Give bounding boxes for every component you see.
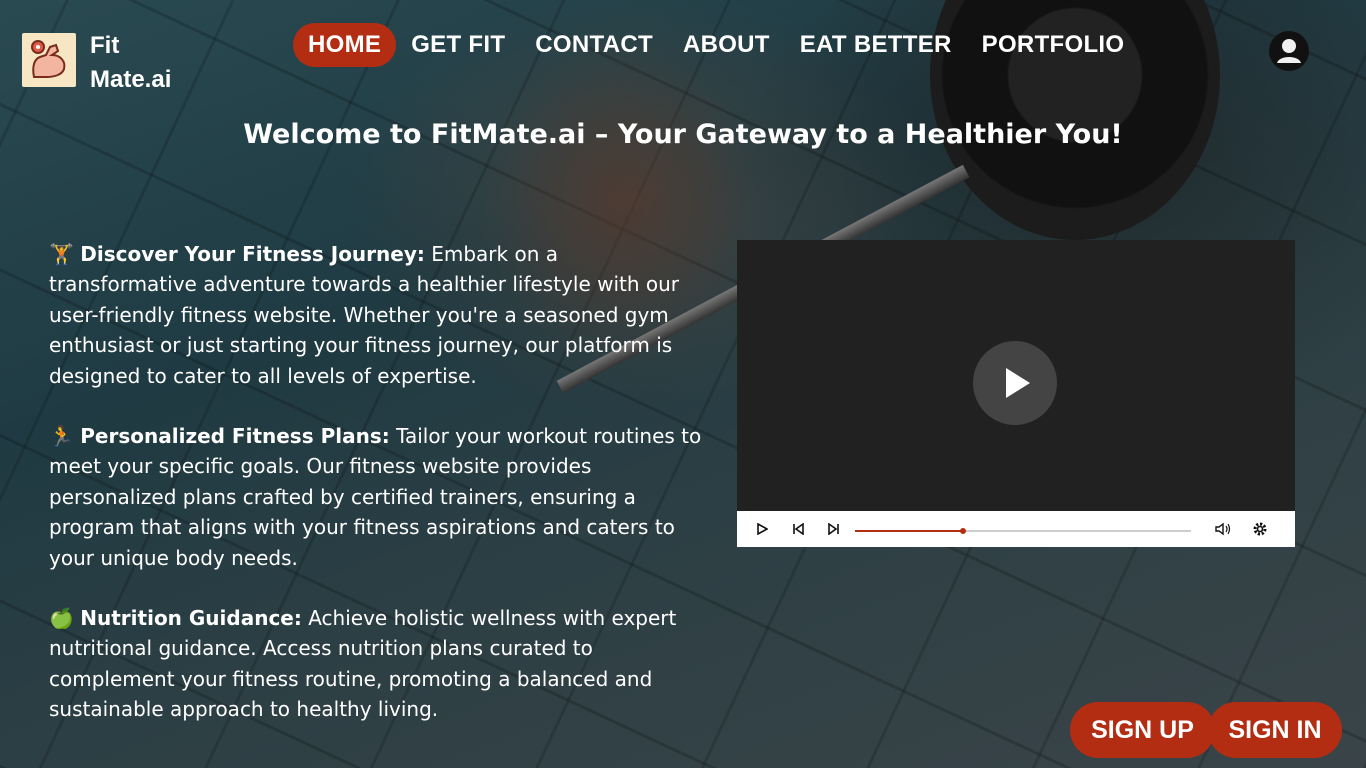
feature-title: Personalized Fitness Plans: — [80, 424, 390, 449]
volume-icon — [1215, 522, 1231, 536]
previous-button[interactable] — [788, 519, 808, 539]
nav-portfolio[interactable]: PORTFOLIO — [967, 23, 1140, 67]
nav-about[interactable]: ABOUT — [668, 23, 785, 67]
profile-button[interactable] — [1268, 30, 1310, 72]
next-button[interactable] — [824, 519, 844, 539]
play-small-icon — [757, 523, 768, 535]
sign-in-button[interactable]: SIGN IN — [1208, 702, 1342, 758]
nav-eat-better[interactable]: EAT BETTER — [785, 23, 967, 67]
video-player[interactable] — [737, 240, 1295, 547]
feature-list: 🏋 Discover Your Fitness Journey: Embark … — [49, 239, 709, 755]
brand-line-1: Fit — [90, 32, 120, 59]
apple-icon: 🍏 — [49, 606, 74, 631]
feature-nutrition: 🍏 Nutrition Guidance: Achieve holistic w… — [49, 603, 709, 725]
brand-name: Fit Mate.ai — [90, 29, 200, 97]
gear-icon — [1253, 522, 1267, 536]
user-circle-icon — [1269, 31, 1309, 71]
play-button[interactable] — [973, 341, 1057, 425]
skip-back-icon — [793, 523, 804, 535]
logo[interactable] — [22, 33, 76, 87]
control-play-button[interactable] — [752, 519, 772, 539]
flexing-arm-icon — [31, 40, 66, 78]
nav-get-fit[interactable]: GET FIT — [396, 23, 520, 67]
feature-discover: 🏋 Discover Your Fitness Journey: Embark … — [49, 239, 709, 391]
progress-bar[interactable] — [855, 528, 1191, 534]
play-icon — [1006, 368, 1030, 398]
brand-line-2: Mate.ai — [90, 66, 172, 93]
dumbbell-icon: 🏋 — [49, 242, 74, 266]
settings-button[interactable] — [1250, 519, 1270, 539]
nav-contact[interactable]: CONTACT — [520, 23, 668, 67]
skip-forward-icon — [828, 523, 839, 535]
runner-icon: 🏃 — [49, 424, 74, 449]
volume-button[interactable] — [1213, 519, 1233, 539]
sign-up-button[interactable]: SIGN UP — [1070, 702, 1215, 758]
progress-fill — [855, 530, 963, 532]
nav-home[interactable]: HOME — [293, 23, 397, 67]
feature-title: Nutrition Guidance: — [80, 606, 302, 631]
page-headline: Welcome to FitMate.ai – Your Gateway to … — [243, 119, 1123, 150]
video-controls — [737, 511, 1295, 547]
progress-thumb[interactable] — [959, 528, 966, 534]
feature-plans: 🏃 Personalized Fitness Plans: Tailor you… — [49, 421, 709, 573]
feature-title: Discover Your Fitness Journey: — [80, 242, 425, 266]
main-nav: HOME GET FIT CONTACT ABOUT EAT BETTER PO… — [293, 23, 1139, 67]
